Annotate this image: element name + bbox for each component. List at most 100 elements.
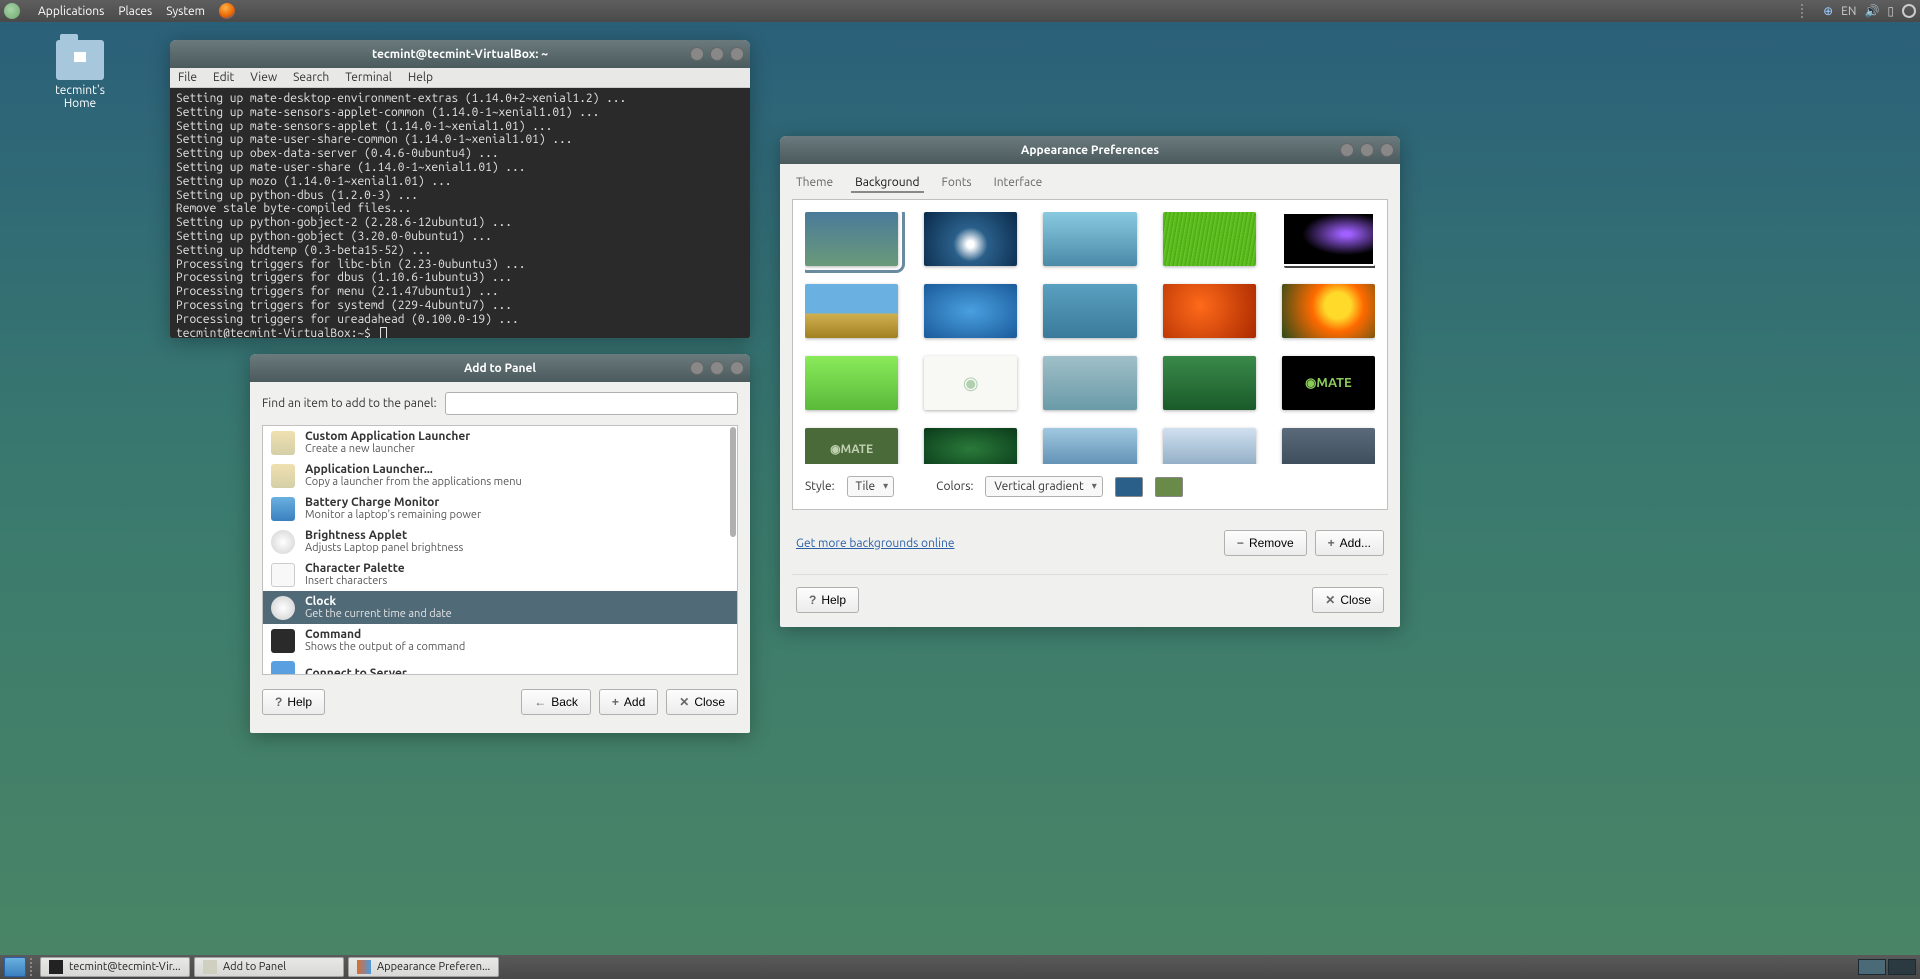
style-combo[interactable]: Tile [847,476,895,497]
remove-button[interactable]: −Remove [1224,530,1307,556]
wallpaper-thumb[interactable] [1163,284,1256,338]
mate-menu-icon[interactable] [4,3,20,19]
menu-help[interactable]: Help [408,71,433,84]
wallpaper-thumb[interactable] [924,428,1017,464]
back-button[interactable]: ←Back [521,689,591,715]
maximize-button[interactable] [710,361,724,375]
tab-theme[interactable]: Theme [792,174,837,193]
applet-title: Battery Charge Monitor [305,496,481,509]
wallpaper-thumb[interactable] [1282,428,1375,464]
add-wallpaper-button[interactable]: +Add... [1315,530,1384,556]
wallpaper-thumb[interactable] [1043,212,1136,266]
wallpaper-thumb[interactable] [1282,284,1375,338]
applet-icon [271,563,295,587]
maximize-button[interactable] [1360,143,1374,157]
home-folder-icon[interactable]: tecmint's Home [40,40,120,110]
network-icon[interactable]: ⊕ [1823,4,1833,18]
tab-interface[interactable]: Interface [990,174,1047,193]
wallpaper-thumb[interactable]: ◉MATE [1282,356,1375,410]
minimize-button[interactable] [1340,143,1354,157]
applet-list[interactable]: Custom Application LauncherCreate a new … [262,425,738,675]
wallpaper-thumb[interactable]: ◉ [924,356,1017,410]
wallpaper-thumb[interactable]: ◉MATE [805,428,898,464]
add-button[interactable]: +Add [599,689,658,715]
scrollbar-thumb[interactable] [730,427,736,537]
applet-icon [271,497,295,521]
terminal-window: tecmint@tecmint-VirtualBox: ~ File Edit … [170,40,750,338]
menu-places[interactable]: Places [118,5,152,18]
keyboard-indicator[interactable]: EN [1841,5,1856,18]
workspace-2[interactable] [1888,959,1916,975]
separator-icon [30,958,36,976]
task-terminal[interactable]: tecmint@tecmint-Vir... [40,957,190,977]
wallpaper-thumb[interactable] [805,212,898,266]
tab-background[interactable]: Background [851,174,923,193]
applet-icon [271,530,295,554]
minimize-button[interactable] [690,361,704,375]
applet-item[interactable]: Application Launcher...Copy a launcher f… [263,459,737,492]
applet-item[interactable]: ClockGet the current time and date [263,591,737,624]
tab-fonts[interactable]: Fonts [938,174,976,193]
menu-terminal[interactable]: Terminal [345,71,392,84]
wallpaper-thumb[interactable] [1163,212,1256,266]
applet-item[interactable]: Connect to Server... [263,657,737,675]
wallpaper-thumb[interactable] [1043,428,1136,464]
wallpaper-thumb[interactable] [924,284,1017,338]
close-button[interactable]: ✕Close [1312,587,1384,613]
wallpaper-thumb[interactable] [805,284,898,338]
wallpaper-thumb[interactable] [1163,428,1256,464]
volume-icon[interactable]: 🔊 [1864,4,1879,18]
applet-item[interactable]: CommandShows the output of a command [263,624,737,657]
appearance-titlebar[interactable]: Appearance Preferences [780,136,1400,164]
firefox-launcher-icon[interactable] [219,3,235,19]
applet-item[interactable]: Battery Charge MonitorMonitor a laptop's… [263,492,737,525]
terminal-output[interactable]: Setting up mate-desktop-environment-extr… [170,88,750,338]
appearance-title: Appearance Preferences [1021,144,1159,157]
show-desktop-button[interactable] [4,957,26,977]
applet-title: Clock [305,595,452,608]
add-panel-titlebar[interactable]: Add to Panel [250,354,750,382]
task-add-to-panel[interactable]: Add to Panel [194,957,344,977]
more-backgrounds-link[interactable]: Get more backgrounds online [796,537,954,550]
applet-item[interactable]: Custom Application LauncherCreate a new … [263,426,737,459]
terminal-titlebar[interactable]: tecmint@tecmint-VirtualBox: ~ [170,40,750,68]
wallpaper-thumb[interactable] [1282,212,1375,266]
color-secondary-swatch[interactable] [1155,477,1183,497]
style-label: Style: [805,480,835,493]
menu-file[interactable]: File [178,71,197,84]
menu-applications[interactable]: Applications [38,5,104,18]
maximize-button[interactable] [710,47,724,61]
find-input[interactable] [445,392,738,415]
minimize-button[interactable] [690,47,704,61]
workspace-switcher[interactable] [1858,959,1916,975]
wallpaper-thumb[interactable] [1043,284,1136,338]
applet-desc: Shows the output of a command [305,641,465,653]
applet-item[interactable]: Brightness AppletAdjusts Laptop panel br… [263,525,737,558]
wallpaper-thumb[interactable] [924,212,1017,266]
applet-desc: Get the current time and date [305,608,452,620]
close-button[interactable] [1380,143,1394,157]
menu-edit[interactable]: Edit [213,71,234,84]
applet-icon [271,596,295,620]
wallpaper-thumb[interactable] [805,356,898,410]
workspace-1[interactable] [1858,959,1886,975]
gradient-combo[interactable]: Vertical gradient [985,476,1102,497]
color-primary-swatch[interactable] [1115,477,1143,497]
wallpaper-thumb[interactable] [1043,356,1136,410]
menu-view[interactable]: View [250,71,277,84]
applet-item[interactable]: Character PaletteInsert characters [263,558,737,591]
applet-desc: Create a new launcher [305,443,470,455]
close-button[interactable] [730,47,744,61]
close-button[interactable]: ✕Close [666,689,738,715]
close-button[interactable] [730,361,744,375]
help-button[interactable]: ?Help [262,689,325,715]
menu-search[interactable]: Search [293,71,329,84]
bottom-panel: tecmint@tecmint-Vir... Add to Panel Appe… [0,955,1920,979]
wallpaper-thumb[interactable] [1163,356,1256,410]
power-icon[interactable] [1902,4,1916,18]
applet-desc: Adjusts Laptop panel brightness [305,542,463,554]
task-appearance[interactable]: Appearance Preferen... [348,957,499,977]
help-button[interactable]: ?Help [796,587,859,613]
battery-icon[interactable]: ▯ [1887,4,1894,18]
menu-system[interactable]: System [166,5,205,18]
